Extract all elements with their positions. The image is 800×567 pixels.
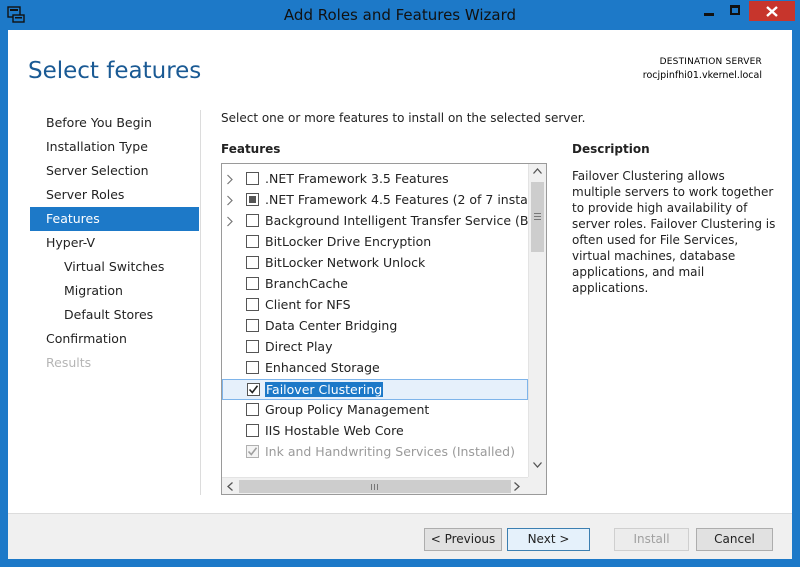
feature-row[interactable]: Direct Play	[222, 337, 528, 358]
vertical-scroll-thumb[interactable]	[531, 182, 544, 252]
description-heading: Description	[572, 142, 650, 156]
feature-row[interactable]: Group Policy Management	[222, 400, 528, 421]
features-tree[interactable]: .NET Framework 3.5 Features .NET Framewor…	[221, 163, 547, 495]
wizard-footer: < Previous Next > Install Cancel	[8, 513, 792, 559]
grip-line	[371, 484, 372, 490]
nav-divider	[200, 110, 201, 495]
feature-label: Group Policy Management	[265, 402, 430, 417]
previous-button[interactable]: < Previous	[424, 528, 502, 551]
feature-checkbox[interactable]	[246, 193, 259, 206]
cancel-button[interactable]: Cancel	[696, 528, 773, 551]
feature-row[interactable]: .NET Framework 3.5 Features	[222, 169, 528, 190]
feature-checkbox[interactable]	[246, 235, 259, 248]
feature-label: BitLocker Drive Encryption	[265, 234, 432, 249]
feature-checkbox[interactable]	[246, 298, 259, 311]
description-text: Failover Clustering allows multiple serv…	[572, 169, 776, 295]
feature-label: BitLocker Network Unlock	[265, 255, 426, 270]
partial-check-icon	[249, 196, 256, 203]
nav-item-installation-type[interactable]: Installation Type	[30, 135, 199, 159]
window-title: Add Roles and Features Wizard	[283, 6, 517, 24]
scroll-down-icon[interactable]	[533, 462, 542, 468]
feature-checkbox[interactable]	[246, 340, 259, 353]
feature-checkbox[interactable]	[246, 277, 259, 290]
feature-checkbox[interactable]	[246, 403, 259, 416]
destination-server-label: DESTINATION SERVER	[659, 57, 762, 67]
expand-arrow-icon[interactable]	[226, 216, 234, 227]
feature-label: Client for NFS	[265, 297, 351, 312]
nav-item-server-selection[interactable]: Server Selection	[30, 159, 199, 183]
destination-server-name: rocjpinfhi01.vkernel.local	[642, 70, 762, 81]
nav-item-features[interactable]: Features	[30, 207, 199, 231]
expand-arrow-icon[interactable]	[226, 174, 234, 185]
feature-label: .NET Framework 3.5 Features	[265, 171, 449, 186]
close-button[interactable]	[749, 1, 795, 21]
grip-line	[534, 219, 541, 220]
feature-label: Background Intelligent Transfer Service …	[265, 213, 547, 228]
feature-row[interactable]: BitLocker Network Unlock	[222, 253, 528, 274]
feature-row[interactable]: BitLocker Drive Encryption	[222, 232, 528, 253]
grip-line	[534, 216, 541, 217]
expand-arrow-icon[interactable]	[226, 195, 234, 206]
feature-label: BranchCache	[265, 276, 348, 291]
page-title: Select features	[28, 58, 202, 84]
grip-line	[534, 213, 541, 214]
feature-row[interactable]: Failover Clustering	[222, 379, 528, 400]
feature-checkbox	[246, 445, 259, 458]
feature-row[interactable]: Enhanced Storage	[222, 358, 528, 379]
feature-label: Failover Clustering	[265, 382, 384, 397]
feature-label: Direct Play	[265, 339, 333, 354]
title-bar[interactable]: Add Roles and Features Wizard	[0, 0, 800, 30]
nav-item-hyper-v[interactable]: Hyper-V	[30, 231, 199, 255]
feature-label: Ink and Handwriting Services (Installed)	[265, 444, 515, 459]
feature-checkbox[interactable]	[246, 214, 259, 227]
scroll-left-icon[interactable]	[227, 482, 233, 491]
feature-row[interactable]: Ink and Handwriting Services (Installed)	[222, 442, 528, 463]
feature-row[interactable]: Client for NFS	[222, 295, 528, 316]
feature-checkbox[interactable]	[246, 256, 259, 269]
install-button: Install	[614, 528, 689, 551]
minimize-button[interactable]	[696, 1, 722, 21]
check-icon	[247, 447, 258, 456]
wizard-window: Select features DESTINATION SERVER rocjp…	[8, 30, 792, 559]
features-heading: Features	[221, 142, 281, 156]
minimize-icon	[704, 13, 714, 16]
feature-checkbox[interactable]	[246, 424, 259, 437]
intro-text: Select one or more features to install o…	[221, 111, 586, 125]
grip-line	[377, 484, 378, 490]
feature-row[interactable]: BranchCache	[222, 274, 528, 295]
feature-label: Enhanced Storage	[265, 360, 380, 375]
scroll-up-icon[interactable]	[533, 168, 542, 174]
horizontal-scrollbar[interactable]	[222, 477, 528, 494]
nav-item-server-roles[interactable]: Server Roles	[30, 183, 199, 207]
feature-row[interactable]: .NET Framework 4.5 Features (2 of 7 inst…	[222, 190, 546, 211]
check-icon	[248, 385, 259, 394]
scroll-right-icon[interactable]	[514, 482, 520, 491]
close-icon	[766, 6, 778, 17]
feature-row[interactable]: Data Center Bridging	[222, 316, 528, 337]
maximize-button[interactable]	[722, 1, 748, 21]
feature-checkbox[interactable]	[247, 383, 260, 396]
feature-checkbox[interactable]	[246, 172, 259, 185]
nav-item-migration[interactable]: Migration	[30, 279, 199, 303]
vertical-scrollbar[interactable]	[528, 164, 546, 477]
nav-item-confirmation[interactable]: Confirmation	[30, 327, 199, 351]
grip-line	[374, 484, 375, 490]
feature-checkbox[interactable]	[246, 319, 259, 332]
nav-item-before-you-begin[interactable]: Before You Begin	[30, 111, 199, 135]
scrollbar-corner	[528, 477, 546, 494]
maximize-icon	[730, 5, 740, 15]
feature-label: IIS Hostable Web Core	[265, 423, 404, 438]
horizontal-scroll-thumb[interactable]	[239, 480, 511, 493]
nav-item-virtual-switches[interactable]: Virtual Switches	[30, 255, 199, 279]
next-button[interactable]: Next >	[507, 528, 590, 551]
nav-item-default-stores[interactable]: Default Stores	[30, 303, 199, 327]
nav-item-results: Results	[46, 355, 92, 370]
feature-label: .NET Framework 4.5 Features (2 of 7 inst…	[265, 192, 547, 207]
feature-label: Data Center Bridging	[265, 318, 398, 333]
feature-row[interactable]: IIS Hostable Web Core	[222, 421, 528, 442]
feature-row[interactable]: Background Intelligent Transfer Service …	[222, 211, 546, 232]
feature-checkbox[interactable]	[246, 361, 259, 374]
